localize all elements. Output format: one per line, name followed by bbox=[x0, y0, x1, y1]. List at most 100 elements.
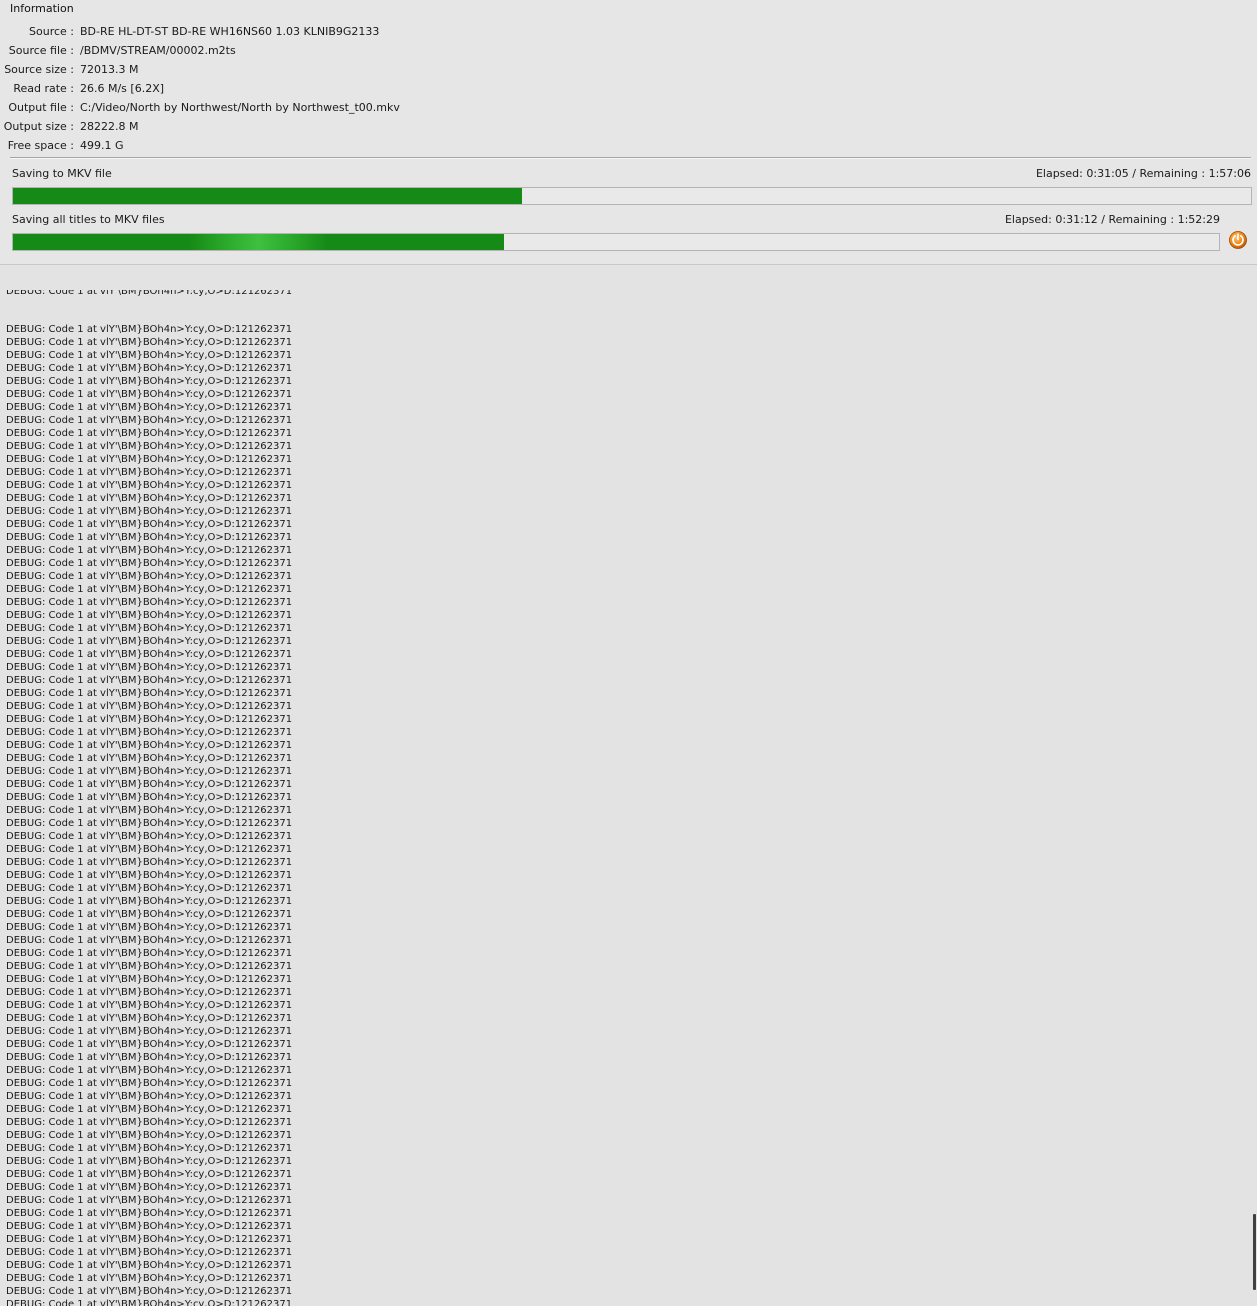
log-line: DEBUG: Code 1 at vlY'\BM}BOh4n>Y:cy,O>D:… bbox=[6, 909, 293, 920]
log-line: DEBUG: Code 1 at vlY'\BM}BOh4n>Y:cy,O>D:… bbox=[6, 532, 293, 543]
log-line: DEBUG: Code 1 at vlY'\BM}BOh4n>Y:cy,O>D:… bbox=[6, 1195, 293, 1206]
log-line: DEBUG: Code 1 at vlY'\BM}BOh4n>Y:cy,O>D:… bbox=[6, 571, 293, 582]
log-line: DEBUG: Code 1 at vlY'\BM}BOh4n>Y:cy,O>D:… bbox=[6, 376, 293, 387]
log-line: DEBUG: Code 1 at vlY'\BM}BOh4n>Y:cy,O>D:… bbox=[6, 844, 293, 855]
log-line: DEBUG: Code 1 at vlY'\BM}BOh4n>Y:cy,O>D:… bbox=[6, 1286, 293, 1297]
log-line: DEBUG: Code 1 at vlY'\BM}BOh4n>Y:cy,O>D:… bbox=[6, 1143, 293, 1154]
log-line: DEBUG: Code 1 at vlY'\BM}BOh4n>Y:cy,O>D:… bbox=[6, 714, 293, 725]
log-line: DEBUG: Code 1 at vlY'\BM}BOh4n>Y:cy,O>D:… bbox=[6, 649, 293, 660]
log-line: DEBUG: Code 1 at vlY'\BM}BOh4n>Y:cy,O>D:… bbox=[6, 1117, 293, 1128]
log-line: DEBUG: Code 1 at vlY'\BM}BOh4n>Y:cy,O>D:… bbox=[6, 584, 293, 595]
log-line: DEBUG: Code 1 at vlY'\BM}BOh4n>Y:cy,O>D:… bbox=[6, 662, 293, 673]
log-line-partial: DEBUG: Code 1 at vlY'\BM}BOh4n>Y:cy,O>D:… bbox=[6, 290, 293, 297]
log-line: DEBUG: Code 1 at vlY'\BM}BOh4n>Y:cy,O>D:… bbox=[6, 402, 293, 413]
log-line: DEBUG: Code 1 at vlY'\BM}BOh4n>Y:cy,O>D:… bbox=[6, 493, 293, 504]
log-line: DEBUG: Code 1 at vlY'\BM}BOh4n>Y:cy,O>D:… bbox=[6, 1169, 293, 1180]
info-label-free-space: Free space : bbox=[7, 139, 74, 152]
info-label-source: Source : bbox=[29, 25, 74, 38]
stop-record-icon bbox=[1229, 231, 1247, 249]
log-line: DEBUG: Code 1 at vlY'\BM}BOh4n>Y:cy,O>D:… bbox=[6, 1000, 293, 1011]
log-line: DEBUG: Code 1 at vlY'\BM}BOh4n>Y:cy,O>D:… bbox=[6, 350, 293, 361]
log-line: DEBUG: Code 1 at vlY'\BM}BOh4n>Y:cy,O>D:… bbox=[6, 701, 293, 712]
current-progress-fill bbox=[13, 188, 522, 204]
log-line: DEBUG: Code 1 at vlY'\BM}BOh4n>Y:cy,O>D:… bbox=[6, 792, 293, 803]
log-line: DEBUG: Code 1 at vlY'\BM}BOh4n>Y:cy,O>D:… bbox=[6, 1052, 293, 1063]
log-line: DEBUG: Code 1 at vlY'\BM}BOh4n>Y:cy,O>D:… bbox=[6, 558, 293, 569]
log-line: DEBUG: Code 1 at vlY'\BM}BOh4n>Y:cy,O>D:… bbox=[6, 610, 293, 621]
log-line: DEBUG: Code 1 at vlY'\BM}BOh4n>Y:cy,O>D:… bbox=[6, 1221, 293, 1232]
log-line: DEBUG: Code 1 at vlY'\BM}BOh4n>Y:cy,O>D:… bbox=[6, 1078, 293, 1089]
total-progress-caption: Saving all titles to MKV files bbox=[12, 213, 165, 226]
total-progress-bar bbox=[12, 233, 1220, 251]
log-line: DEBUG: Code 1 at vlY'\BM}BOh4n>Y:cy,O>D:… bbox=[6, 727, 293, 738]
log-lines: DEBUG: Code 1 at vlY'\BM}BOh4n>Y:cy,O>D:… bbox=[6, 266, 292, 1306]
log-line: DEBUG: Code 1 at vlY'\BM}BOh4n>Y:cy,O>D:… bbox=[6, 779, 293, 790]
log-line: DEBUG: Code 1 at vlY'\BM}BOh4n>Y:cy,O>D:… bbox=[6, 974, 293, 985]
log-line: DEBUG: Code 1 at vlY'\BM}BOh4n>Y:cy,O>D:… bbox=[6, 1013, 293, 1024]
log-scroll-thumb[interactable] bbox=[1253, 1214, 1256, 1290]
log-line: DEBUG: Code 1 at vlY'\BM}BOh4n>Y:cy,O>D:… bbox=[6, 623, 293, 634]
log-line: DEBUG: Code 1 at vlY'\BM}BOh4n>Y:cy,O>D:… bbox=[6, 805, 293, 816]
log-line: DEBUG: Code 1 at vlY'\BM}BOh4n>Y:cy,O>D:… bbox=[6, 363, 293, 374]
log-line: DEBUG: Code 1 at vlY'\BM}BOh4n>Y:cy,O>D:… bbox=[6, 1065, 293, 1076]
log-line: DEBUG: Code 1 at vlY'\BM}BOh4n>Y:cy,O>D:… bbox=[6, 688, 293, 699]
log-line: DEBUG: Code 1 at vlY'\BM}BOh4n>Y:cy,O>D:… bbox=[6, 441, 293, 452]
info-value-source: BD-RE HL-DT-ST BD-RE WH16NS60 1.03 KLNIB… bbox=[80, 25, 380, 38]
log-line: DEBUG: Code 1 at vlY'\BM}BOh4n>Y:cy,O>D:… bbox=[6, 545, 293, 556]
log-line: DEBUG: Code 1 at vlY'\BM}BOh4n>Y:cy,O>D:… bbox=[6, 519, 293, 530]
log-line: DEBUG: Code 1 at vlY'\BM}BOh4n>Y:cy,O>D:… bbox=[6, 454, 293, 465]
info-value-free-space: 499.1 G bbox=[80, 139, 124, 152]
log-line: DEBUG: Code 1 at vlY'\BM}BOh4n>Y:cy,O>D:… bbox=[6, 740, 293, 751]
info-label-source-size: Source size : bbox=[4, 63, 74, 76]
log-line: DEBUG: Code 1 at vlY'\BM}BOh4n>Y:cy,O>D:… bbox=[6, 337, 293, 348]
makemkv-progress-window: Information Source : BD-RE HL-DT-ST BD-R… bbox=[0, 0, 1257, 1306]
section-divider bbox=[10, 157, 1251, 159]
log-line: DEBUG: Code 1 at vlY'\BM}BOh4n>Y:cy,O>D:… bbox=[6, 480, 293, 491]
log-line: DEBUG: Code 1 at vlY'\BM}BOh4n>Y:cy,O>D:… bbox=[6, 1260, 293, 1271]
total-progress-elapsed: Elapsed: 0:31:12 / Remaining : 1:52:29 bbox=[1004, 213, 1220, 226]
log-line: DEBUG: Code 1 at vlY'\BM}BOh4n>Y:cy,O>D:… bbox=[6, 389, 293, 400]
log-line: DEBUG: Code 1 at vlY'\BM}BOh4n>Y:cy,O>D:… bbox=[6, 506, 293, 517]
log-line: DEBUG: Code 1 at vlY'\BM}BOh4n>Y:cy,O>D:… bbox=[6, 597, 293, 608]
total-progress-fill bbox=[13, 234, 504, 250]
log-line: DEBUG: Code 1 at vlY'\BM}BOh4n>Y:cy,O>D:… bbox=[6, 1234, 293, 1245]
log-line: DEBUG: Code 1 at vlY'\BM}BOh4n>Y:cy,O>D:… bbox=[6, 870, 293, 881]
log-line: DEBUG: Code 1 at vlY'\BM}BOh4n>Y:cy,O>D:… bbox=[6, 1039, 293, 1050]
info-value-source-size: 72013.3 M bbox=[80, 63, 139, 76]
log-line: DEBUG: Code 1 at vlY'\BM}BOh4n>Y:cy,O>D:… bbox=[6, 636, 293, 647]
log-line: DEBUG: Code 1 at vlY'\BM}BOh4n>Y:cy,O>D:… bbox=[6, 1026, 293, 1037]
log-line: DEBUG: Code 1 at vlY'\BM}BOh4n>Y:cy,O>D:… bbox=[6, 896, 293, 907]
current-progress-caption: Saving to MKV file bbox=[12, 167, 112, 180]
info-label-output-size: Output size : bbox=[3, 120, 74, 133]
log-line: DEBUG: Code 1 at vlY'\BM}BOh4n>Y:cy,O>D:… bbox=[6, 1104, 293, 1115]
log-line: DEBUG: Code 1 at vlY'\BM}BOh4n>Y:cy,O>D:… bbox=[6, 766, 293, 777]
log-scrollbar[interactable] bbox=[1251, 266, 1257, 1306]
log-line: DEBUG: Code 1 at vlY'\BM}BOh4n>Y:cy,O>D:… bbox=[6, 961, 293, 972]
log-line: DEBUG: Code 1 at vlY'\BM}BOh4n>Y:cy,O>D:… bbox=[6, 935, 293, 946]
info-label-source-file: Source file : bbox=[8, 44, 74, 57]
log-line: DEBUG: Code 1 at vlY'\BM}BOh4n>Y:cy,O>D:… bbox=[6, 1130, 293, 1141]
log-line: DEBUG: Code 1 at vlY'\BM}BOh4n>Y:cy,O>D:… bbox=[6, 1091, 293, 1102]
info-value-output-file: C:/Video/North by Northwest/North by Nor… bbox=[80, 101, 400, 114]
stop-button[interactable] bbox=[1228, 230, 1248, 250]
log-line: DEBUG: Code 1 at vlY'\BM}BOh4n>Y:cy,O>D:… bbox=[6, 857, 293, 868]
info-label-read-rate: Read rate : bbox=[13, 82, 74, 95]
log-line: DEBUG: Code 1 at vlY'\BM}BOh4n>Y:cy,O>D:… bbox=[6, 324, 293, 335]
log-output[interactable]: DEBUG: Code 1 at vlY'\BM}BOh4n>Y:cy,O>D:… bbox=[0, 266, 1257, 1306]
log-line: DEBUG: Code 1 at vlY'\BM}BOh4n>Y:cy,O>D:… bbox=[6, 922, 293, 933]
log-line: DEBUG: Code 1 at vlY'\BM}BOh4n>Y:cy,O>D:… bbox=[6, 1208, 293, 1219]
log-line: DEBUG: Code 1 at vlY'\BM}BOh4n>Y:cy,O>D:… bbox=[6, 753, 293, 764]
log-line: DEBUG: Code 1 at vlY'\BM}BOh4n>Y:cy,O>D:… bbox=[6, 948, 293, 959]
log-line: DEBUG: Code 1 at vlY'\BM}BOh4n>Y:cy,O>D:… bbox=[6, 831, 293, 842]
info-value-source-file: /BDMV/STREAM/00002.m2ts bbox=[80, 44, 236, 57]
info-value-output-size: 28222.8 M bbox=[80, 120, 139, 133]
log-line: DEBUG: Code 1 at vlY'\BM}BOh4n>Y:cy,O>D:… bbox=[6, 428, 293, 439]
log-line: DEBUG: Code 1 at vlY'\BM}BOh4n>Y:cy,O>D:… bbox=[6, 467, 293, 478]
log-line: DEBUG: Code 1 at vlY'\BM}BOh4n>Y:cy,O>D:… bbox=[6, 1156, 293, 1167]
current-progress-bar bbox=[12, 187, 1252, 205]
information-group: Information Source : BD-RE HL-DT-ST BD-R… bbox=[0, 0, 1257, 265]
info-value-read-rate: 26.6 M/s [6.2X] bbox=[80, 82, 165, 95]
log-line: DEBUG: Code 1 at vlY'\BM}BOh4n>Y:cy,O>D:… bbox=[6, 818, 293, 829]
log-line: DEBUG: Code 1 at vlY'\BM}BOh4n>Y:cy,O>D:… bbox=[6, 883, 293, 894]
log-line: DEBUG: Code 1 at vlY'\BM}BOh4n>Y:cy,O>D:… bbox=[6, 987, 293, 998]
